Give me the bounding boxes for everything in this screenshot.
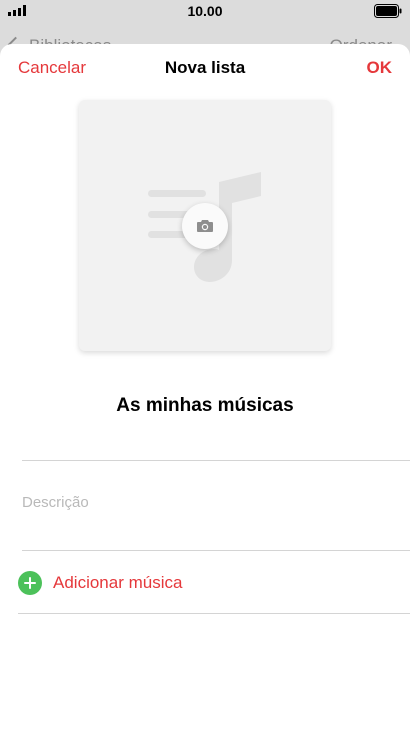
ok-button[interactable]: OK bbox=[367, 58, 393, 78]
sheet-navigation-bar: Cancelar Nova lista OK bbox=[0, 44, 410, 92]
change-artwork-button[interactable] bbox=[182, 203, 228, 249]
playlist-artwork[interactable] bbox=[79, 100, 331, 351]
status-time: 10.00 bbox=[187, 3, 223, 19]
add-music-label: Adicionar música bbox=[53, 573, 183, 592]
playlist-name-field[interactable]: As minhas músicas bbox=[0, 395, 410, 417]
sheet-title: Nova lista bbox=[164, 58, 246, 77]
screen: 10.00 Bibliotecas Ordenar Cancelar Nova … bbox=[0, 0, 410, 729]
status-bar: 10.00 bbox=[0, 0, 410, 22]
description-field[interactable]: Descrição bbox=[22, 494, 89, 511]
divider bbox=[18, 613, 410, 614]
camera-icon bbox=[197, 220, 213, 232]
battery-icon bbox=[374, 4, 402, 18]
divider bbox=[22, 460, 410, 461]
plus-circle-icon bbox=[18, 571, 42, 595]
new-playlist-sheet: Cancelar Nova lista OK As minhas músicas bbox=[0, 44, 410, 729]
divider bbox=[22, 550, 410, 551]
